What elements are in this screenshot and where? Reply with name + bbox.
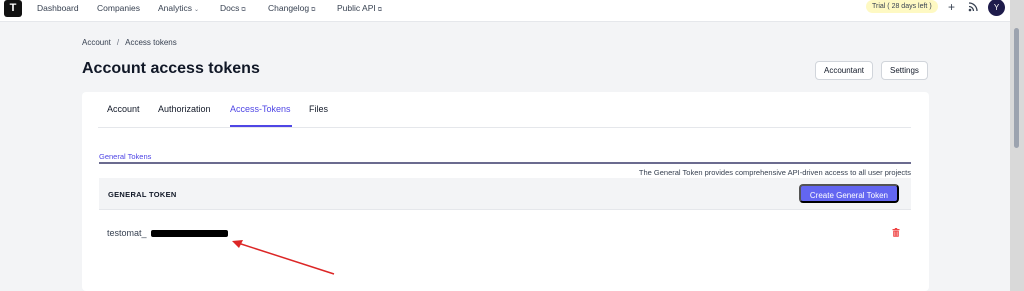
external-link-icon: ⧉ — [377, 7, 383, 13]
section-divider — [99, 162, 911, 164]
nav-public-api[interactable]: Public API ⧉ — [337, 3, 382, 14]
nav-companies[interactable]: Companies — [97, 3, 140, 13]
tab-account[interactable]: Account — [107, 104, 140, 114]
plus-icon[interactable]: + — [948, 0, 955, 14]
tab-authorization[interactable]: Authorization — [158, 104, 211, 114]
column-header-general-token: GENERAL TOKEN — [108, 190, 177, 199]
nav-analytics[interactable]: Analytics ⌄ — [158, 3, 199, 13]
breadcrumb-current: Access tokens — [125, 38, 177, 47]
logo-icon[interactable]: T — [4, 0, 22, 17]
breadcrumb-account[interactable]: Account — [82, 38, 111, 47]
nav-dashboard[interactable]: Dashboard — [37, 3, 79, 13]
table-row: testomat_ — [99, 210, 911, 255]
trash-icon[interactable] — [892, 228, 900, 237]
top-navbar: T Dashboard Companies Analytics ⌄ Docs ⧉ C… — [0, 0, 1010, 22]
breadcrumb-separator: / — [116, 38, 120, 47]
rss-icon[interactable] — [968, 2, 978, 12]
nav-changelog[interactable]: Changelog ⧉ — [268, 3, 315, 14]
tab-files[interactable]: Files — [309, 104, 328, 114]
active-tab-indicator — [230, 125, 292, 127]
tab-bar: Account Authorization Access-Tokens File… — [98, 92, 911, 128]
external-link-icon: ⧉ — [241, 7, 246, 13]
breadcrumb: Account / Access tokens — [82, 38, 177, 47]
scrollbar-thumb[interactable] — [1014, 28, 1019, 148]
create-general-token-button[interactable]: Create General Token — [798, 184, 899, 203]
redaction-bar — [151, 230, 228, 237]
chevron-down-icon: ⌄ — [194, 7, 200, 13]
tab-access-tokens[interactable]: Access-Tokens — [230, 104, 291, 114]
general-token-description: The General Token provides comprehensive… — [638, 168, 911, 177]
avatar[interactable]: Y — [988, 0, 1005, 16]
table-header: GENERAL TOKEN Create General Token — [99, 178, 911, 210]
page-title: Account access tokens — [82, 60, 260, 77]
tokens-card: Account Authorization Access-Tokens File… — [82, 92, 929, 291]
accountant-button[interactable]: Accountant — [815, 61, 874, 80]
scrollbar[interactable] — [1010, 0, 1024, 291]
trial-badge[interactable]: Trial ( 28 days left ) — [866, 0, 938, 13]
nav-docs[interactable]: Docs ⧉ — [220, 3, 246, 14]
section-general-tokens[interactable]: General Tokens — [99, 152, 151, 161]
settings-button[interactable]: Settings — [881, 61, 928, 80]
external-link-icon: ⧉ — [311, 7, 316, 13]
token-value: testomat_ — [107, 228, 147, 238]
